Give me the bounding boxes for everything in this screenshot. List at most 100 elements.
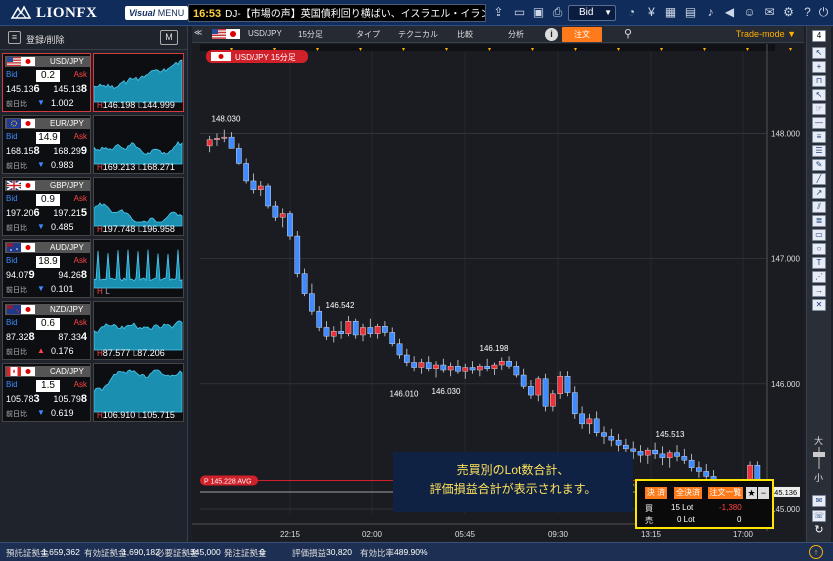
lines-tool-icon[interactable]: ☰ (812, 145, 826, 157)
ask-price[interactable]: 168.299 (53, 145, 87, 157)
mini-chart[interactable]: H106.910 L105.715 (93, 363, 184, 422)
fan-tool-icon[interactable]: ⋰ (812, 271, 826, 283)
magnet-tool-icon[interactable]: ⊓ (812, 75, 826, 87)
pair-tile-nzd-jpy[interactable]: NZD/JPY Bid 0.6 Ask 87.328 87.334 前日比 ▲ 0.176 H87… (2, 301, 184, 360)
currency-icon[interactable]: ¥ (644, 5, 659, 20)
technical-menu[interactable]: テクニカル (398, 29, 438, 40)
info-icon[interactable]: i (545, 28, 558, 41)
visual-menu-button[interactable]: Visual MENU (125, 6, 189, 20)
news-ticker[interactable]: 16:53DJ-【市場の声】英国債利回り横ばい、イスラエル・イラン停戦合意を受 (188, 4, 486, 22)
bid-price-last: 6 (33, 207, 40, 219)
power-icon[interactable]: ⏻ (816, 5, 831, 20)
rate-box[interactable]: AUD/JPY Bid 18.9 Ask 94.079 94.268 前日比 ▼ 0.101 (2, 239, 91, 298)
ask-price[interactable]: 145.138 (53, 83, 87, 95)
view-mode-button[interactable]: M (160, 30, 178, 45)
pair-tile-gbp-jpy[interactable]: GBP/JPY Bid 0.9 Ask 197.206 197.215 前日比 ▼ 0.485 H… (2, 177, 184, 236)
gauge-icon[interactable]: ◔ (624, 5, 639, 20)
cursor-tool-icon[interactable]: ↖ (812, 47, 826, 59)
multi-line-tool-icon[interactable]: ≡ (812, 131, 826, 143)
print-icon[interactable]: ⎙ (550, 5, 565, 20)
user-icon[interactable]: ☺ (742, 5, 757, 20)
analysis-menu[interactable]: 分析 (508, 29, 524, 40)
prev-day-label: 前日比 (6, 411, 27, 418)
edit-list-icon[interactable]: ≡ (8, 31, 21, 44)
chart-type-menu[interactable]: タイプ (356, 29, 380, 40)
price-type-select[interactable]: Bid ▼ (568, 5, 616, 21)
chat-icon[interactable]: ✉ (812, 495, 826, 507)
grid-icon[interactable]: ▦ (663, 5, 678, 20)
pair-tile-aud-jpy[interactable]: AUD/JPY Bid 18.9 Ask 94.079 94.268 前日比 ▼ 0.101 H … (2, 239, 184, 298)
channel-tool-icon[interactable]: ⫽ (812, 201, 826, 213)
ray-tool-icon[interactable]: ↗ (812, 187, 826, 199)
rate-box[interactable]: NZD/JPY Bid 0.6 Ask 87.328 87.334 前日比 ▲ 0.176 (2, 301, 91, 360)
save-icon[interactable]: ▣ (531, 5, 546, 20)
ask-price[interactable]: 87.334 (58, 331, 87, 343)
timeframe-select[interactable]: 15分足 (298, 29, 323, 40)
minimize-icon[interactable]: − (758, 487, 769, 499)
mini-chart[interactable]: H L (93, 239, 184, 298)
settle-button[interactable]: 決 済 (645, 487, 667, 499)
box-tool-icon[interactable]: ▭ (812, 229, 826, 241)
ask-price[interactable]: 197.215 (53, 207, 87, 219)
compare-menu[interactable]: 比較 (457, 29, 473, 40)
text-tool-icon[interactable]: T (812, 257, 826, 269)
register-delete-link[interactable]: 登録/削除 (26, 33, 65, 46)
fib-tool-icon[interactable]: ≣ (812, 215, 826, 227)
order-list-button[interactable]: 注文一覧 (708, 487, 743, 499)
pair-tile-usd-jpy[interactable]: USD/JPY Bid 0.2 Ask 145.136 145.138 前日比 ▼ 1.002 H… (2, 53, 184, 112)
mini-chart[interactable]: H87.577 L87.206 (93, 301, 184, 360)
bid-price[interactable]: 105.783 (6, 393, 40, 405)
mini-chart[interactable]: H146.198 L144.999 (93, 53, 184, 112)
hline-tool-icon[interactable]: — (812, 117, 826, 129)
symbol-select[interactable]: USD/JPY (248, 29, 282, 38)
ask-price[interactable]: 105.798 (53, 393, 87, 405)
star-icon[interactable]: ★ (746, 487, 757, 499)
zoom-in-label[interactable]: 大 (814, 434, 823, 447)
open-icon[interactable]: ▭ (512, 5, 527, 20)
collapse-panel-icon[interactable]: ≪ (194, 28, 202, 37)
mini-chart[interactable]: H197.748 L196.958 (93, 177, 184, 236)
scroll-top-icon[interactable]: ↑ (809, 545, 823, 559)
circle-tool-icon[interactable]: ○ (812, 243, 826, 255)
candle-body (506, 361, 512, 367)
crosshair-tool-icon[interactable]: + (812, 61, 826, 73)
arrow-tool-icon[interactable]: → (812, 285, 826, 297)
rate-box[interactable]: USD/JPY Bid 0.2 Ask 145.136 145.138 前日比 ▼ 1.002 (2, 53, 91, 112)
satellite-icon[interactable]: ⚲ (624, 27, 632, 40)
chart-count-badge[interactable]: 4 (812, 30, 826, 42)
low-value: 168.271 (142, 162, 175, 172)
trend-tool-icon[interactable]: ╱ (812, 173, 826, 185)
bid-price[interactable]: 87.328 (6, 331, 35, 343)
settings-icon[interactable]: ⚙ (781, 5, 796, 20)
rate-box[interactable]: GBP/JPY Bid 0.9 Ask 197.206 197.215 前日比 ▼ 0.485 (2, 177, 91, 236)
pen-tool-icon[interactable]: ✎ (812, 159, 826, 171)
zoom-slider-track[interactable] (818, 447, 820, 469)
bid-price[interactable]: 145.136 (6, 83, 40, 95)
ask-price[interactable]: 94.268 (58, 269, 87, 281)
order-button[interactable]: 注文 (562, 27, 602, 42)
pointer-tool-icon[interactable]: ☞ (812, 103, 826, 115)
comment-icon[interactable]: ☏ (812, 510, 826, 522)
delete-tool-icon[interactable]: ✕ (812, 299, 826, 311)
layout-icon[interactable]: ▤ (683, 5, 698, 20)
megaphone-icon[interactable]: ◀ (722, 5, 737, 20)
cursor-tool-2-icon[interactable]: ↖ (812, 89, 826, 101)
bid-price[interactable]: 168.158 (6, 145, 40, 157)
bid-price[interactable]: 94.079 (6, 269, 35, 281)
help-icon[interactable]: ? (800, 5, 815, 20)
zoom-out-label[interactable]: 小 (814, 471, 823, 484)
mini-chart[interactable]: H169.213 L168.271 (93, 115, 184, 174)
bid-label: Bid (6, 318, 18, 327)
bid-price[interactable]: 197.206 (6, 207, 40, 219)
pair-tile-cad-jpy[interactable]: CAD/JPY Bid 1.5 Ask 105.783 105.798 前日比 ▼ 0.619 H… (2, 363, 184, 422)
refresh-icon[interactable]: ↻ (812, 525, 826, 537)
settle-all-button[interactable]: 全決済 (674, 487, 702, 499)
bell-icon[interactable]: ♪ (703, 5, 718, 20)
rate-box[interactable]: EUR/JPY Bid 14.9 Ask 168.158 168.299 前日比 ▼ 0.983 (2, 115, 91, 174)
pair-tile-eur-jpy[interactable]: EUR/JPY Bid 14.9 Ask 168.158 168.299 前日比 ▼ 0.983… (2, 115, 184, 174)
email-icon[interactable]: ✉ (762, 5, 777, 20)
share-icon[interactable]: ⇪ (491, 5, 506, 20)
trade-mode-toggle[interactable]: Trade-mode ▼ (736, 29, 796, 39)
rate-box[interactable]: CAD/JPY Bid 1.5 Ask 105.783 105.798 前日比 ▼ 0.619 (2, 363, 91, 422)
zoom-slider-handle[interactable] (813, 452, 825, 457)
